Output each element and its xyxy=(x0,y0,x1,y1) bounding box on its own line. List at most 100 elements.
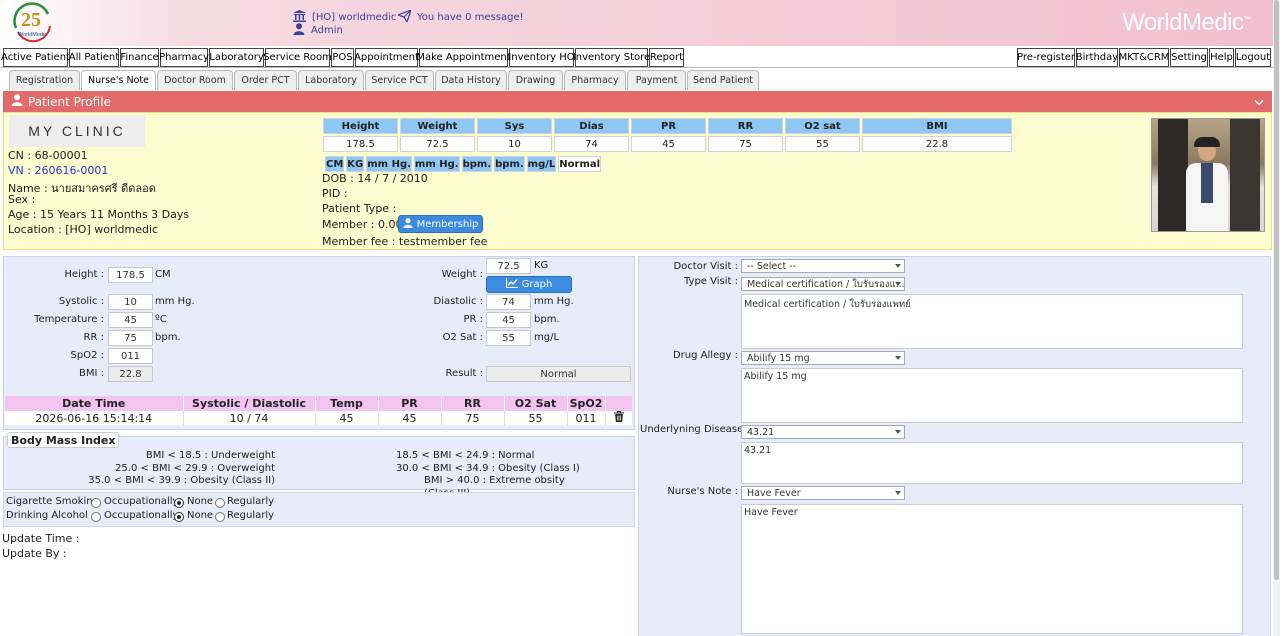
app-header: 25 WorldMedic [HO] worldmedic You have 0… xyxy=(0,0,1280,46)
underlying-disease-select[interactable]: 43.21 xyxy=(741,425,905,439)
drug-allergy-textarea[interactable]: Abilify 15 mg xyxy=(741,368,1243,423)
tab-doctor-room[interactable]: Doctor Room xyxy=(157,70,233,90)
chevron-down-icon xyxy=(895,430,901,434)
weight-input[interactable]: 72.5 xyxy=(486,258,531,274)
vitals-header: Weight xyxy=(400,118,475,134)
menu-inventory-store[interactable]: Inventory Store xyxy=(573,48,650,67)
chevron-down-icon[interactable] xyxy=(1254,96,1264,110)
bmi-range: 30.0 < BMI < 34.9 : Obesity (Class I) xyxy=(396,462,580,474)
spo2-input[interactable]: 011 xyxy=(108,348,153,364)
underlying-disease-textarea[interactable]: 43.21 xyxy=(741,442,1243,484)
table-header: O2 Sat xyxy=(504,396,568,411)
chart-line-icon xyxy=(505,278,518,291)
vitals-unit: bpm. xyxy=(494,156,525,172)
vitals-unit: bpm. xyxy=(461,156,493,172)
table-row[interactable]: 2026-06-16 15:14:14 10 / 74 45 45 75 55 … xyxy=(5,411,632,425)
menu-make-appointment[interactable]: Make Appointment xyxy=(416,48,511,67)
tab-nurses-note[interactable]: Nurse's Note xyxy=(81,70,156,90)
height-input[interactable]: 178.5 xyxy=(108,267,153,283)
menu-active-patient[interactable]: Active Patient xyxy=(1,48,70,67)
type-visit-label: Type Visit : xyxy=(683,276,738,287)
membership-button[interactable]: Membership xyxy=(398,215,483,233)
tab-laboratory[interactable]: Laboratory xyxy=(298,70,364,90)
smoking-none-radio[interactable] xyxy=(174,498,184,508)
menu-laboratory[interactable]: Laboratory xyxy=(209,48,264,67)
alcohol-none-radio[interactable] xyxy=(174,512,184,522)
menu-help[interactable]: Help xyxy=(1209,48,1234,67)
type-visit-textarea[interactable]: Medical certification / ใบรับรองแพทย์ xyxy=(741,294,1243,349)
o2-sat-input[interactable]: 55 xyxy=(486,330,531,346)
smoking-label: Cigarette Smoking xyxy=(6,496,99,507)
doctor-visit-select[interactable]: -- Select -- xyxy=(741,259,905,273)
systolic-unit: mm Hg. xyxy=(155,296,195,307)
graph-button[interactable]: Graph xyxy=(486,276,572,293)
o2-sat-label: O2 Sat : xyxy=(442,332,483,343)
bmi-label: BMI : xyxy=(79,368,104,379)
patient-type: Patient Type : xyxy=(322,202,397,215)
patient-vn[interactable]: VN : 260616-0001 xyxy=(8,164,108,177)
user-icon xyxy=(293,23,305,38)
diastolic-unit: mm Hg. xyxy=(534,296,574,307)
header-user[interactable]: Admin xyxy=(293,23,343,38)
type-visit-select[interactable]: Medical certification / ใบรับรองแ... xyxy=(741,277,905,291)
tab-pharmacy[interactable]: Pharmacy xyxy=(564,70,626,90)
rr-input[interactable]: 75 xyxy=(108,330,153,346)
vitals-value: 22.8 xyxy=(862,136,1012,152)
tab-drawing[interactable]: Drawing xyxy=(508,70,563,90)
table-header: Date Time xyxy=(5,396,184,411)
tab-order-pct[interactable]: Order PCT xyxy=(234,70,297,90)
tab-service-pct[interactable]: Service PCT xyxy=(365,70,434,90)
menu-logout[interactable]: Logout xyxy=(1235,48,1271,67)
patient-profile-header[interactable]: Patient Profile xyxy=(3,91,1272,112)
height-unit: CM xyxy=(155,269,171,280)
svg-text:25: 25 xyxy=(21,9,41,31)
clinic-logo: MY CLINIC xyxy=(9,115,145,147)
menu-setting[interactable]: Setting xyxy=(1170,48,1208,67)
table-cell: 45 xyxy=(315,411,379,425)
tab-payment[interactable]: Payment xyxy=(627,70,686,90)
header-messages[interactable]: You have 0 message! xyxy=(396,8,524,25)
menu-all-patient[interactable]: All Patient xyxy=(69,48,119,67)
vitals-unit: mm Hg. xyxy=(366,156,412,172)
svg-text:WorldMedic: WorldMedic xyxy=(18,32,47,38)
page-scrollbar[interactable] xyxy=(1273,0,1280,636)
bmi-range: 18.5 < BMI < 24.9 : Normal xyxy=(396,450,535,461)
table-header: PR xyxy=(378,396,442,411)
vitals-header: Sys xyxy=(477,118,552,134)
tab-send-patient[interactable]: Send Patient xyxy=(687,70,759,90)
menu-birthday[interactable]: Birthday xyxy=(1076,48,1118,67)
alcohol-regularly-radio[interactable] xyxy=(215,512,225,522)
patient-pid: PID : xyxy=(322,187,348,200)
diastolic-input[interactable]: 74 xyxy=(486,294,531,310)
menu-pre-register[interactable]: Pre-register xyxy=(1017,48,1075,67)
vitals-header: PR xyxy=(631,118,706,134)
alcohol-occupationally-radio[interactable] xyxy=(91,512,101,522)
menu-mkt-crm[interactable]: MKT&CRM xyxy=(1119,48,1169,67)
pr-label: PR : xyxy=(463,314,483,325)
trash-icon[interactable] xyxy=(605,411,632,425)
tab-registration[interactable]: Registration xyxy=(9,70,80,90)
menu-finance[interactable]: Finance xyxy=(120,48,159,67)
smoking-regularly-radio[interactable] xyxy=(215,498,225,508)
nurse-note-textarea[interactable]: Have Fever xyxy=(741,504,1243,634)
temperature-input[interactable]: 45 xyxy=(108,312,153,328)
worldmedic-logo[interactable]: 25 WorldMedic xyxy=(10,2,56,44)
drug-allergy-select[interactable]: Abilify 15 mg xyxy=(741,351,905,365)
menu-service-room[interactable]: Service Room xyxy=(263,48,332,67)
smoking-occupationally-radio[interactable] xyxy=(91,498,101,508)
nurse-note-select[interactable]: Have Fever xyxy=(741,486,905,500)
menu-appointment[interactable]: Appointment xyxy=(354,48,419,67)
scrollbar-thumb[interactable] xyxy=(1274,0,1279,580)
menu-pharmacy[interactable]: Pharmacy xyxy=(159,48,209,67)
menu-report[interactable]: Report xyxy=(649,48,684,67)
pr-input[interactable]: 45 xyxy=(486,312,531,328)
tab-data-history[interactable]: Data History xyxy=(435,70,507,90)
profile-title: Patient Profile xyxy=(28,94,111,109)
patient-age: Age : 15 Years 11 Months 3 Days xyxy=(8,208,190,221)
bmi-range: BMI < 18.5 : Underweight xyxy=(145,450,275,461)
menu-inventory-ho[interactable]: Inventory HO xyxy=(508,48,575,67)
menu-pos[interactable]: POS xyxy=(331,48,354,67)
table-cell: 011 xyxy=(567,411,606,425)
systolic-input[interactable]: 10 xyxy=(108,294,153,310)
main-menu: Active Patient All Patient Finance Pharm… xyxy=(0,46,1280,68)
